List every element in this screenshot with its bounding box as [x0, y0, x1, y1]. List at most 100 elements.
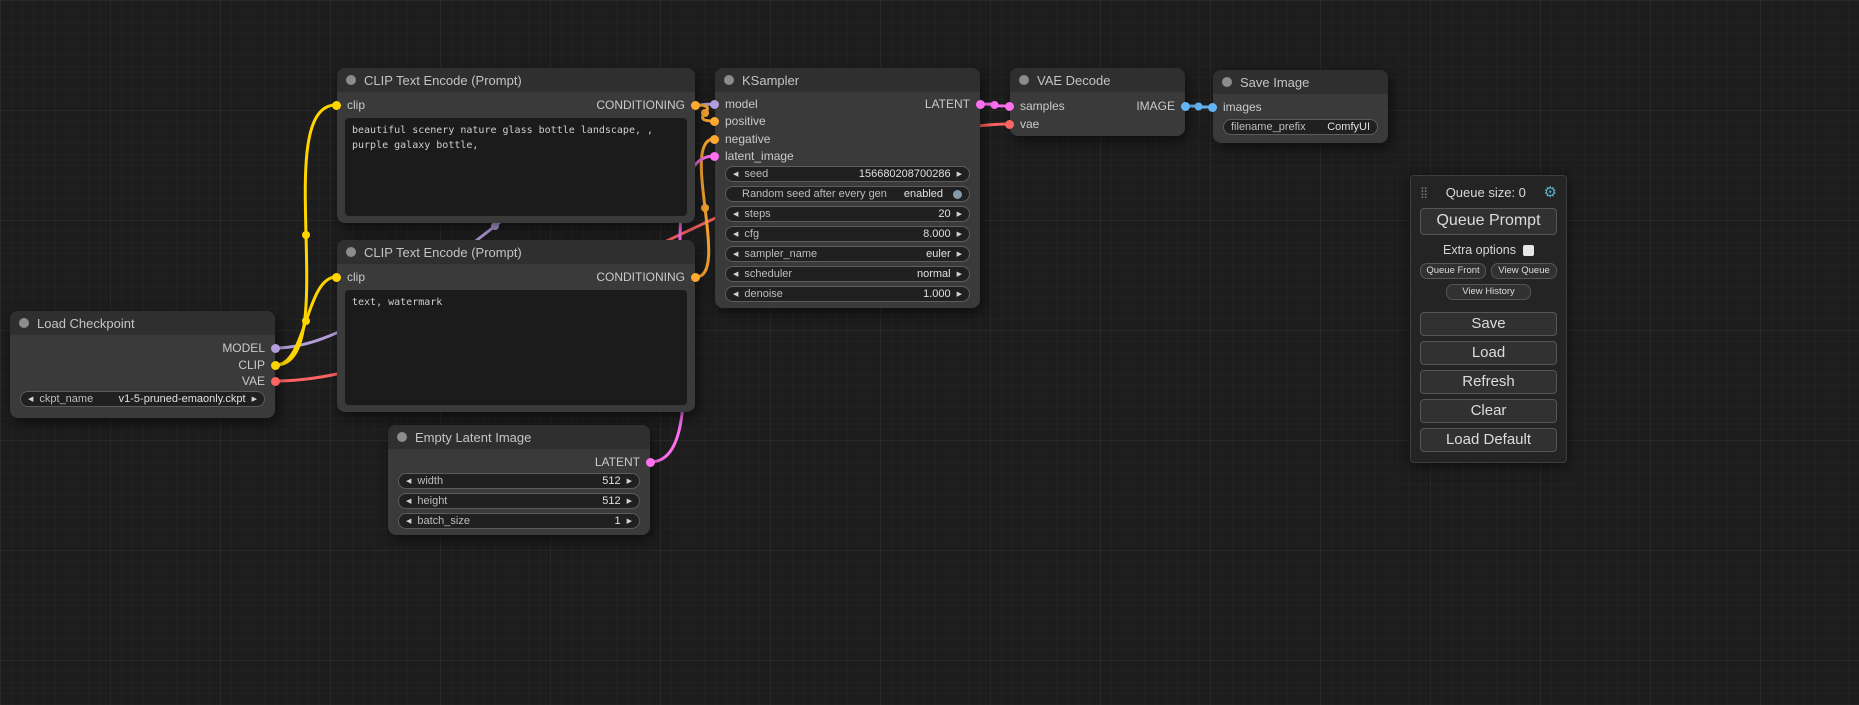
node-ksampler[interactable]: KSampler model positive negative latent_… — [715, 68, 980, 308]
collapse-dot-icon[interactable] — [1222, 77, 1232, 87]
queue-front-button[interactable]: Queue Front — [1420, 263, 1486, 279]
node-title-bar[interactable]: KSampler — [715, 68, 980, 92]
steps-widget[interactable]: ◀ steps 20 ▶ — [725, 206, 970, 222]
load-default-button[interactable]: Load Default — [1420, 428, 1557, 452]
widget-value: 20 — [938, 208, 950, 220]
decrement-arrow-icon[interactable]: ◀ — [733, 251, 738, 258]
node-save-image[interactable]: Save Image images filename_prefix ComfyU… — [1213, 70, 1388, 143]
output-port-image: IMAGE — [1136, 99, 1190, 113]
increment-arrow-icon[interactable]: ▶ — [627, 498, 632, 505]
toggle-dot-icon[interactable] — [953, 190, 962, 199]
load-button[interactable]: Load — [1420, 341, 1557, 365]
node-empty-latent-image[interactable]: Empty Latent Image LATENT ◀ width 512 ▶ … — [388, 425, 650, 535]
refresh-button[interactable]: Refresh — [1420, 370, 1557, 394]
port-label: images — [1223, 100, 1262, 114]
cfg-widget[interactable]: ◀ cfg 8.000 ▶ — [725, 226, 970, 242]
negative-input-dot[interactable] — [710, 135, 719, 144]
collapse-dot-icon[interactable] — [19, 318, 29, 328]
scheduler-widget[interactable]: ◀ scheduler normal ▶ — [725, 266, 970, 282]
node-clip-text-encode-negative[interactable]: CLIP Text Encode (Prompt) clip CONDITION… — [337, 240, 695, 412]
increment-arrow-icon[interactable]: ▶ — [957, 171, 962, 178]
sampler-name-widget[interactable]: ◀ sampler_name euler ▶ — [725, 246, 970, 262]
increment-arrow-icon[interactable]: ▶ — [627, 478, 632, 485]
increment-arrow-icon[interactable]: ▶ — [957, 231, 962, 238]
filename-prefix-widget[interactable]: filename_prefix ComfyUI — [1223, 119, 1378, 135]
node-title-bar[interactable]: Save Image — [1213, 70, 1388, 94]
increment-arrow-icon[interactable]: ▶ — [957, 211, 962, 218]
width-widget[interactable]: ◀ width 512 ▶ — [398, 473, 640, 489]
denoise-widget[interactable]: ◀ denoise 1.000 ▶ — [725, 286, 970, 302]
decrement-arrow-icon[interactable]: ◀ — [406, 478, 411, 485]
node-title-bar[interactable]: CLIP Text Encode (Prompt) — [337, 68, 695, 92]
view-queue-button[interactable]: View Queue — [1491, 263, 1557, 279]
input-port-positive: positive — [710, 114, 766, 128]
latent-output-dot[interactable] — [646, 458, 655, 467]
widget-name: batch_size — [417, 515, 470, 527]
increment-arrow-icon[interactable]: ▶ — [627, 518, 632, 525]
save-button[interactable]: Save — [1420, 312, 1557, 336]
conditioning-output-dot[interactable] — [691, 101, 700, 110]
clip-input-dot[interactable] — [332, 101, 341, 110]
decrement-arrow-icon[interactable]: ◀ — [733, 171, 738, 178]
node-vae-decode[interactable]: VAE Decode samples vae IMAGE — [1010, 68, 1185, 136]
images-input-dot[interactable] — [1208, 103, 1217, 112]
decrement-arrow-icon[interactable]: ◀ — [733, 211, 738, 218]
widget-name: denoise — [744, 288, 783, 300]
collapse-dot-icon[interactable] — [724, 75, 734, 85]
collapse-dot-icon[interactable] — [1019, 75, 1029, 85]
node-title-bar[interactable]: Load Checkpoint — [10, 311, 275, 335]
output-port-conditioning: CONDITIONING — [596, 98, 700, 112]
positive-input-dot[interactable] — [710, 117, 719, 126]
decrement-arrow-icon[interactable]: ◀ — [406, 518, 411, 525]
batch-size-widget[interactable]: ◀ batch_size 1 ▶ — [398, 513, 640, 529]
settings-gear-icon[interactable]: ⚙ — [1544, 183, 1557, 201]
port-label: clip — [347, 98, 365, 112]
collapse-dot-icon[interactable] — [397, 432, 407, 442]
model-input-dot[interactable] — [710, 100, 719, 109]
clip-input-dot[interactable] — [332, 273, 341, 282]
positive-prompt-textarea[interactable]: beautiful scenery nature glass bottle la… — [345, 118, 687, 216]
node-clip-text-encode-positive[interactable]: CLIP Text Encode (Prompt) clip CONDITION… — [337, 68, 695, 223]
extra-options-checkbox[interactable] — [1523, 245, 1534, 256]
node-title: CLIP Text Encode (Prompt) — [364, 73, 522, 88]
port-label: positive — [725, 114, 766, 128]
negative-prompt-textarea[interactable]: text, watermark — [345, 290, 687, 405]
view-history-button[interactable]: View History — [1446, 284, 1531, 300]
output-port-vae: VAE — [242, 374, 280, 388]
samples-input-dot[interactable] — [1005, 102, 1014, 111]
decrement-arrow-icon[interactable]: ◀ — [28, 396, 33, 403]
image-output-dot[interactable] — [1181, 102, 1190, 111]
decrement-arrow-icon[interactable]: ◀ — [733, 271, 738, 278]
vae-output-dot[interactable] — [271, 377, 280, 386]
height-widget[interactable]: ◀ height 512 ▶ — [398, 493, 640, 509]
node-title-bar[interactable]: VAE Decode — [1010, 68, 1185, 92]
clip-output-dot[interactable] — [271, 361, 280, 370]
collapse-dot-icon[interactable] — [346, 247, 356, 257]
widget-name: width — [417, 475, 443, 487]
latent-output-dot[interactable] — [976, 100, 985, 109]
ckpt-name-widget[interactable]: ◀ ckpt_name v1-5-pruned-emaonly.ckpt ▶ — [20, 391, 265, 407]
queue-prompt-button[interactable]: Queue Prompt — [1420, 208, 1557, 235]
node-title-bar[interactable]: Empty Latent Image — [388, 425, 650, 449]
node-title-bar[interactable]: CLIP Text Encode (Prompt) — [337, 240, 695, 264]
widget-name: ckpt_name — [39, 393, 93, 405]
vae-input-dot[interactable] — [1005, 120, 1014, 129]
latent-image-input-dot[interactable] — [710, 152, 719, 161]
clear-button[interactable]: Clear — [1420, 399, 1557, 423]
random-seed-toggle-widget[interactable]: Random seed after every gen enabled — [725, 186, 970, 202]
increment-arrow-icon[interactable]: ▶ — [957, 271, 962, 278]
output-port-latent: LATENT — [925, 97, 985, 111]
increment-arrow-icon[interactable]: ▶ — [252, 396, 257, 403]
decrement-arrow-icon[interactable]: ◀ — [733, 231, 738, 238]
node-load-checkpoint[interactable]: Load Checkpoint MODEL CLIP VAE ◀ ckpt_na… — [10, 311, 275, 418]
drag-handle-icon[interactable]: ⣿ — [1420, 186, 1428, 199]
input-port-images: images — [1208, 100, 1262, 114]
increment-arrow-icon[interactable]: ▶ — [957, 291, 962, 298]
collapse-dot-icon[interactable] — [346, 75, 356, 85]
seed-widget[interactable]: ◀ seed 156680208700286 ▶ — [725, 166, 970, 182]
conditioning-output-dot[interactable] — [691, 273, 700, 282]
decrement-arrow-icon[interactable]: ◀ — [406, 498, 411, 505]
model-output-dot[interactable] — [271, 344, 280, 353]
decrement-arrow-icon[interactable]: ◀ — [733, 291, 738, 298]
increment-arrow-icon[interactable]: ▶ — [957, 251, 962, 258]
